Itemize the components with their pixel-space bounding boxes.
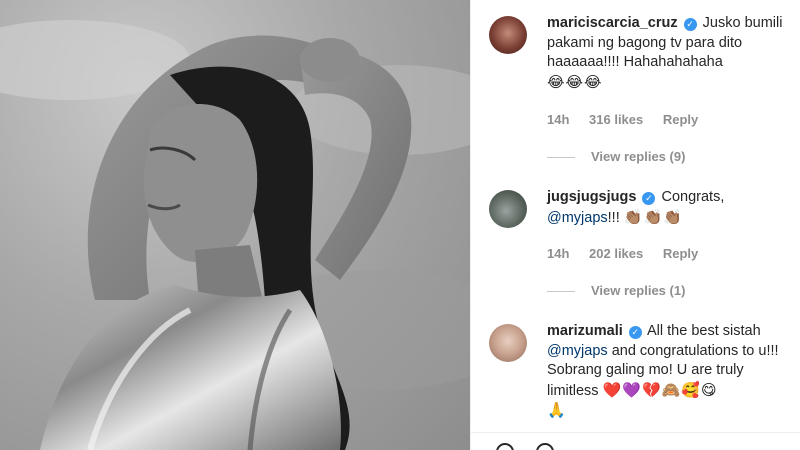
view-replies-label: View replies (9) — [591, 149, 686, 164]
avatar[interactable] — [489, 16, 527, 54]
reply-button[interactable]: Reply — [663, 112, 698, 127]
heart-icon[interactable] — [496, 443, 514, 450]
comment-emojis: 😂😂😂 — [547, 73, 603, 91]
comment-username[interactable]: mariciscarcia_cruz — [547, 15, 678, 31]
post-action-bar — [470, 432, 800, 450]
comment-likes[interactable]: 202 likes — [589, 246, 643, 261]
avatar[interactable] — [489, 324, 527, 362]
comment-text: All the best sistah — [647, 323, 761, 339]
comment-body: mariciscarcia_cruz ✓ Jusko bumili pakami… — [547, 14, 787, 93]
comment-text: Congrats, — [661, 189, 725, 205]
comment-username[interactable]: jugsjugsjugs — [547, 189, 636, 205]
comment-emojis: 🙏 — [547, 402, 567, 419]
mention-link[interactable]: @myjaps — [547, 343, 608, 359]
verified-badge-icon: ✓ — [628, 326, 642, 339]
comments-panel: mariciscarcia_cruz ✓ Jusko bumili pakami… — [470, 0, 800, 450]
comment-emojis: ❤️💜💔🙈🥰😋 — [602, 381, 718, 399]
verified-badge-icon: ✓ — [642, 192, 656, 205]
view-replies-button[interactable]: View replies (1) — [547, 283, 685, 298]
view-replies-button[interactable]: View replies (9) — [547, 149, 685, 164]
comment-likes[interactable]: 316 likes — [589, 112, 643, 127]
verified-badge-icon: ✓ — [683, 18, 697, 31]
post-photo — [0, 0, 470, 450]
comment-username[interactable]: marizumali — [547, 323, 623, 339]
mention-link[interactable]: @myjaps — [547, 210, 608, 226]
comment-body: marizumali ✓ All the best sistah @myjaps… — [547, 322, 787, 422]
comment-icon[interactable] — [536, 443, 554, 450]
comment-text: !!! — [607, 209, 620, 226]
comment-emojis: 👏🏽👏🏽👏🏽 — [623, 208, 683, 226]
comment-time[interactable]: 14h — [547, 246, 569, 261]
comment-meta: 14h 316 likes Reply — [547, 112, 714, 127]
post-photo-illustration — [0, 20, 470, 450]
comment-time[interactable]: 14h — [547, 112, 569, 127]
replies-divider — [547, 157, 575, 159]
comment-body: jugsjugsjugs ✓ Congrats, @myjaps!!! 👏🏽👏🏽… — [547, 188, 787, 228]
view-replies-label: View replies (1) — [591, 283, 686, 298]
comment-meta: 14h 202 likes Reply — [547, 246, 714, 261]
avatar[interactable] — [489, 190, 527, 228]
replies-divider — [547, 291, 575, 293]
reply-button[interactable]: Reply — [663, 246, 698, 261]
